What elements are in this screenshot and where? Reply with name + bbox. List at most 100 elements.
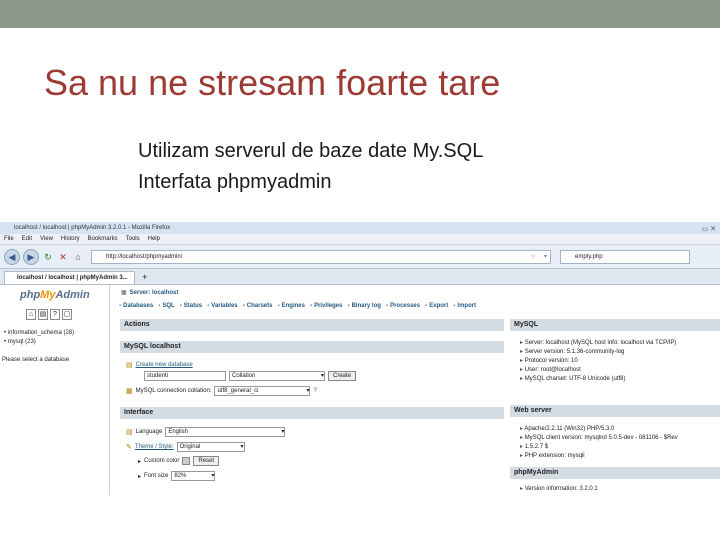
- actions-header: Actions: [120, 319, 504, 331]
- list-item: Server: localhost (MySQL host info: loca…: [520, 339, 720, 348]
- list-item: User: root@localhost: [520, 366, 720, 375]
- forward-icon[interactable]: ▶: [23, 248, 39, 265]
- custom-color-row: ▸ Custom color Reset: [138, 456, 220, 466]
- theme-select[interactable]: Original ▾: [176, 442, 245, 452]
- list-item: MySQL charset: UTF-8 Unicode (utf8): [520, 375, 720, 384]
- menu-history[interactable]: History: [61, 234, 80, 244]
- list-item: 1.5.2.7 $: [520, 443, 720, 452]
- bullet-item: Interfata phpmyadmin: [138, 171, 332, 193]
- collation-icon: ▦: [126, 388, 133, 395]
- tab-binary-log[interactable]: Binary log: [347, 303, 381, 309]
- custom-color-label: Custom color: [144, 458, 180, 464]
- dropdown-icon[interactable]: ▾: [544, 251, 547, 263]
- tab-import[interactable]: Import: [453, 303, 476, 309]
- mysql-info-list: Server: localhost (MySQL host info: loca…: [520, 339, 720, 384]
- reload-icon[interactable]: ↻: [42, 250, 54, 264]
- home-icon[interactable]: ⌂: [26, 309, 36, 320]
- list-item: Protocol version: 10: [520, 357, 720, 366]
- stop-icon[interactable]: ✕: [57, 250, 69, 264]
- bullet-item: Utilizam serverul de baze date My.SQL: [138, 140, 484, 162]
- font-size-row: ▸ Font size 82% ▾: [138, 471, 216, 481]
- left-frame: phpMyAdmin ⌂ ▤ ? ▢ • information_schema …: [0, 285, 110, 495]
- tab-phpmyadmin[interactable]: localhost / localhost | phpMyAdmin 3...: [4, 271, 135, 284]
- database-list: • information_schema (28) • mysql (23): [4, 329, 74, 347]
- font-size-select[interactable]: 82% ▾: [171, 471, 216, 481]
- collation-select[interactable]: Collation ▾: [229, 371, 325, 381]
- bullet-icon: ▸: [138, 473, 142, 480]
- server-icon: ▣: [121, 290, 127, 296]
- url-text: http://localhost/phpmyadmin/: [106, 253, 183, 260]
- color-swatch-icon[interactable]: [182, 457, 191, 465]
- select-database-hint: Please select a database: [2, 357, 70, 363]
- tab-variables[interactable]: Variables: [207, 303, 237, 309]
- menu-bar: File Edit View History Bookmarks Tools H…: [0, 234, 720, 245]
- search-input[interactable]: empty.php: [560, 249, 690, 264]
- reset-button[interactable]: Reset: [193, 456, 220, 466]
- tab-engines[interactable]: Engines: [277, 303, 305, 309]
- theme-row: ✎ Theme / Style: Original ▾: [126, 442, 245, 452]
- list-item: Apache/2.2.11 (Win32) PHP/5.3.0: [520, 425, 720, 434]
- theme-icon: ✎: [126, 444, 132, 451]
- language-select[interactable]: English ▾: [165, 427, 286, 437]
- slide-top-bar: [0, 0, 720, 28]
- menu-edit[interactable]: Edit: [22, 234, 32, 244]
- list-item: Version information: 3.2.0.1: [520, 485, 720, 494]
- back-icon[interactable]: ◀: [4, 248, 20, 265]
- tab-charsets[interactable]: Charsets: [243, 303, 273, 309]
- window-controls[interactable]: ▭ ✕: [702, 224, 716, 236]
- menu-file[interactable]: File: [4, 234, 14, 244]
- menu-help[interactable]: Help: [148, 234, 160, 244]
- left-toolbar: ⌂ ▤ ? ▢: [26, 309, 72, 320]
- pma-tabs: Databases SQL Status Variables Charsets …: [119, 303, 476, 309]
- tab-databases[interactable]: Databases: [119, 303, 153, 309]
- language-label: Language: [135, 429, 163, 435]
- slide-bullets: Utilizam serverul de baze date My.SQL In…: [138, 136, 483, 198]
- interface-header: Interface: [120, 407, 504, 419]
- query-window-icon[interactable]: ▤: [38, 309, 48, 320]
- url-input[interactable]: http://localhost/phpmyadmin/ ☆ ▾: [91, 249, 551, 264]
- database-item[interactable]: • mysql (23): [4, 338, 74, 347]
- create-button[interactable]: Create: [328, 371, 357, 381]
- phpmyadmin-logo[interactable]: phpMyAdmin: [20, 289, 90, 301]
- create-db-label: Create new database: [135, 362, 193, 368]
- tab-status[interactable]: Status: [180, 303, 202, 309]
- language-icon: ▤: [126, 429, 133, 436]
- database-icon: ▤: [126, 362, 133, 369]
- bookmark-star-icon[interactable]: ☆: [531, 251, 536, 263]
- home-icon[interactable]: ⌂: [72, 250, 84, 264]
- window-title-bar: localhost / localhost | phpMyAdmin 3.2.0…: [0, 222, 720, 234]
- docs-icon[interactable]: ?: [50, 309, 60, 320]
- new-tab-icon[interactable]: +: [139, 271, 151, 284]
- new-database-name-input[interactable]: studenti: [144, 371, 226, 381]
- create-db-row: studenti Collation ▾ Create: [144, 371, 357, 381]
- theme-label[interactable]: Theme / Style:: [135, 444, 174, 450]
- window-title: localhost / localhost | phpMyAdmin 3.2.0…: [14, 225, 171, 231]
- menu-view[interactable]: View: [40, 234, 53, 244]
- tab-sql[interactable]: SQL: [158, 303, 174, 309]
- navigation-toolbar: ◀ ▶ ↻ ✕ ⌂ http://localhost/phpmyadmin/ ☆…: [0, 245, 720, 269]
- mysql-localhost-header: MySQL localhost: [120, 341, 504, 353]
- tab-export[interactable]: Export: [425, 303, 448, 309]
- sql-docs-icon[interactable]: ▢: [62, 309, 72, 320]
- list-item: PHP extension: mysqli: [520, 452, 720, 461]
- help-icon[interactable]: ?: [313, 388, 316, 394]
- phpmyadmin-header: phpMyAdmin: [510, 467, 720, 479]
- menu-bookmarks[interactable]: Bookmarks: [88, 234, 118, 244]
- chevron-down-icon: ▾: [281, 429, 285, 435]
- main-frame: ▣Server: localhost Databases SQL Status …: [116, 285, 720, 495]
- browser-screenshot: localhost / localhost | phpMyAdmin 3.2.0…: [0, 222, 720, 512]
- connection-label: MySQL connection collation:: [135, 388, 212, 394]
- list-item: Server version: 5.1.36-community-log: [520, 348, 720, 357]
- database-item[interactable]: • information_schema (28): [4, 329, 74, 338]
- chevron-down-icon: ▾: [306, 388, 310, 394]
- web-server-header: Web server: [510, 405, 720, 417]
- phpmyadmin-info-list: Version information: 3.2.0.1: [520, 485, 720, 494]
- chevron-down-icon: ▾: [211, 473, 215, 479]
- connection-collation-select[interactable]: utf8_general_ci ▾: [214, 386, 311, 396]
- menu-tools[interactable]: Tools: [126, 234, 140, 244]
- tab-processes[interactable]: Processes: [386, 303, 420, 309]
- tab-privileges[interactable]: Privileges: [310, 303, 342, 309]
- search-text: empty.php: [575, 253, 603, 260]
- breadcrumb[interactable]: ▣ Server: localhost: [121, 289, 178, 296]
- page-content: phpMyAdmin ⌂ ▤ ? ▢ • information_schema …: [0, 285, 720, 495]
